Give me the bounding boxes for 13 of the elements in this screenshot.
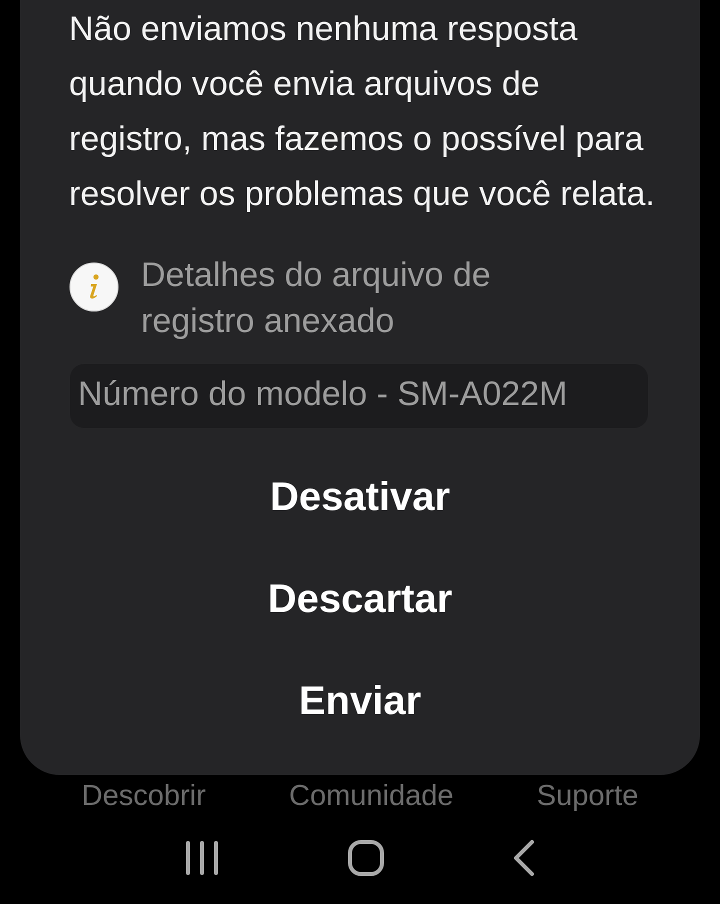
action-button[interactable]: Enviar [20,650,700,752]
info-icon [69,262,119,312]
back-icon[interactable] [512,839,536,877]
action-button[interactable]: Desativar [20,446,700,548]
recent-apps-icon[interactable] [184,840,220,876]
model-number-text: Número do modelo - SM-A022M [70,364,648,428]
bottom-tab[interactable]: Comunidade [289,776,454,816]
bottom-tab[interactable]: Suporte [536,776,638,816]
action-button[interactable]: Descartar [20,548,700,650]
attachment-details-heading: Detalhes do arquivo de registro anexado [141,255,492,342]
message-text: Não enviamos nenhuma resposta quando você envia arquivos de registro, mas fazemos o possível para resolver os problemas que você relata. [69,9,656,215]
bottom-tab[interactable]: Descobrir [82,776,206,816]
home-icon[interactable] [346,839,385,877]
